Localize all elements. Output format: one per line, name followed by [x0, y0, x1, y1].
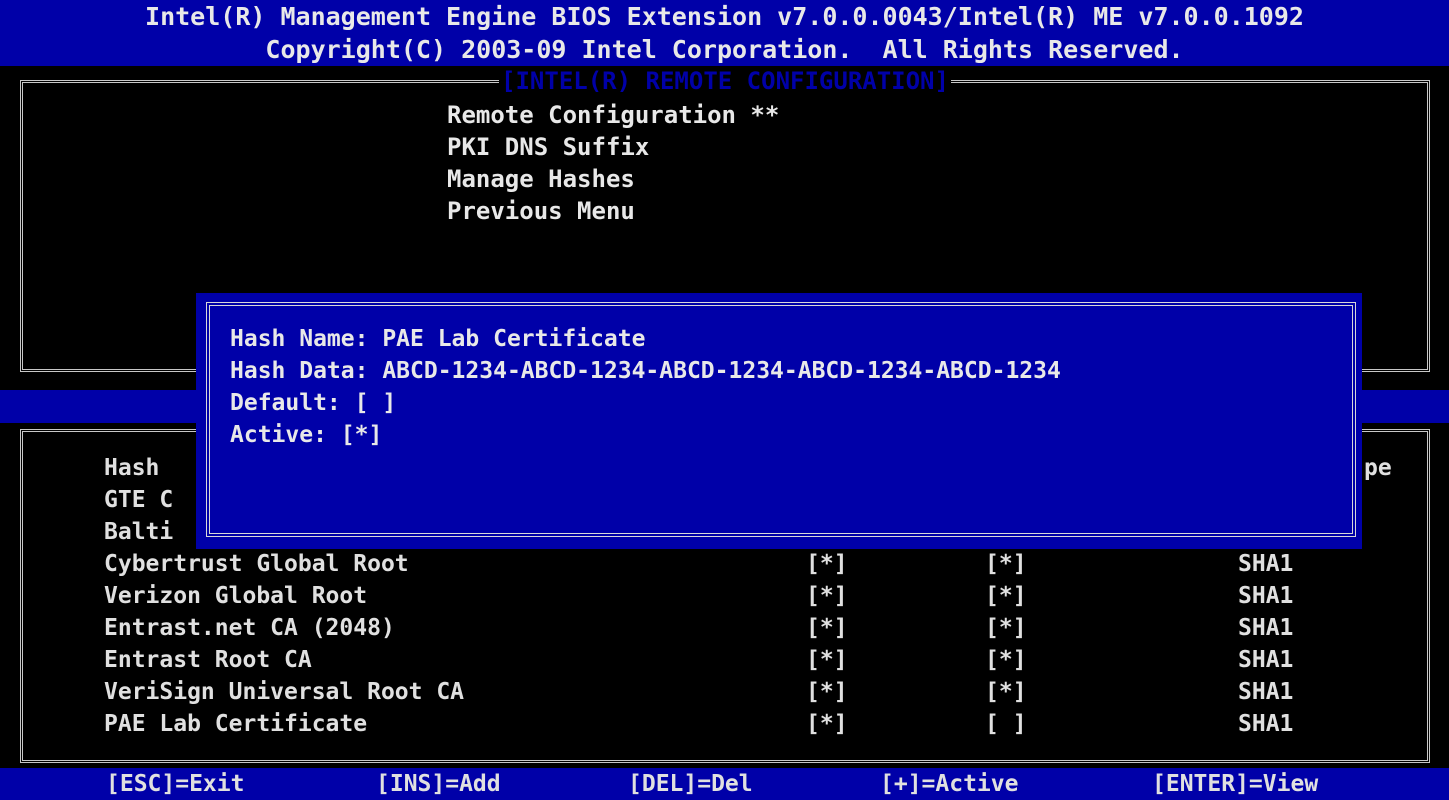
- table-row-default: [*]: [806, 647, 848, 673]
- table-row-active: [*]: [985, 615, 1027, 641]
- table-row-active: [*]: [985, 551, 1027, 577]
- table-row-type: SHA1: [1238, 711, 1294, 737]
- table-row-default: [*]: [806, 615, 848, 641]
- menu-item-previous-menu[interactable]: Previous Menu: [447, 196, 635, 227]
- table-row-type: SHA1: [1238, 583, 1294, 609]
- table-row-default: [*]: [806, 583, 848, 609]
- table-row-name[interactable]: Entrast Root CA: [104, 644, 312, 676]
- add-key[interactable]: [INS]=Add: [376, 768, 501, 800]
- copyright-line: Copyright(C) 2003-09 Intel Corporation. …: [0, 33, 1449, 66]
- delete-key[interactable]: [DEL]=Del: [628, 768, 753, 800]
- table-row-active: [*]: [985, 647, 1027, 673]
- table-row-active: [*]: [985, 679, 1027, 705]
- bios-title: Intel(R) Management Engine BIOS Extensio…: [0, 0, 1449, 33]
- menu-item-manage-hashes[interactable]: Manage Hashes: [447, 164, 635, 195]
- table-row-active: [*]: [985, 583, 1027, 609]
- default-checkbox[interactable]: Default: [ ]: [230, 387, 396, 419]
- table-row-name[interactable]: Verizon Global Root: [104, 580, 367, 612]
- table-row-name[interactable]: VeriSign Universal Root CA: [104, 676, 464, 708]
- table-row-name[interactable]: Cybertrust Global Root: [104, 548, 409, 580]
- table-row-type: SHA1: [1238, 615, 1294, 641]
- table-row-name[interactable]: PAE Lab Certificate: [104, 708, 367, 740]
- table-row[interactable]: GTE C: [104, 484, 173, 516]
- table-row-name[interactable]: Entrast.net CA (2048): [104, 612, 395, 644]
- table-header-type: pe: [1364, 455, 1392, 481]
- menu-item-pki-dns-suffix[interactable]: PKI DNS Suffix: [447, 132, 649, 163]
- menu-item-remote-configuration[interactable]: Remote Configuration **: [447, 100, 779, 131]
- table-row-type: SHA1: [1238, 551, 1294, 577]
- hash-name-field: Hash Name: PAE Lab Certificate: [230, 326, 646, 352]
- table-header-hash: Hash: [104, 455, 160, 481]
- table-row-default: [*]: [806, 551, 848, 577]
- table-row[interactable]: Balti: [104, 516, 173, 548]
- active-toggle-key[interactable]: [+]=Active: [880, 768, 1018, 800]
- view-key[interactable]: [ENTER]=View: [1152, 768, 1318, 800]
- table-row-default: [*]: [806, 679, 848, 705]
- table-row-type: SHA1: [1238, 679, 1294, 705]
- table-row-active: [ ]: [985, 711, 1027, 737]
- active-checkbox[interactable]: Active: [*]: [230, 419, 382, 451]
- menu-title: [INTEL(R) REMOTE CONFIGURATION]: [499, 67, 951, 95]
- hash-data-field: Hash Data: ABCD-1234-ABCD-1234-ABCD-1234…: [230, 358, 1061, 384]
- table-row-type: SHA1: [1238, 647, 1294, 673]
- table-row-default: [*]: [806, 711, 848, 737]
- exit-key[interactable]: [ESC]=Exit: [106, 768, 244, 800]
